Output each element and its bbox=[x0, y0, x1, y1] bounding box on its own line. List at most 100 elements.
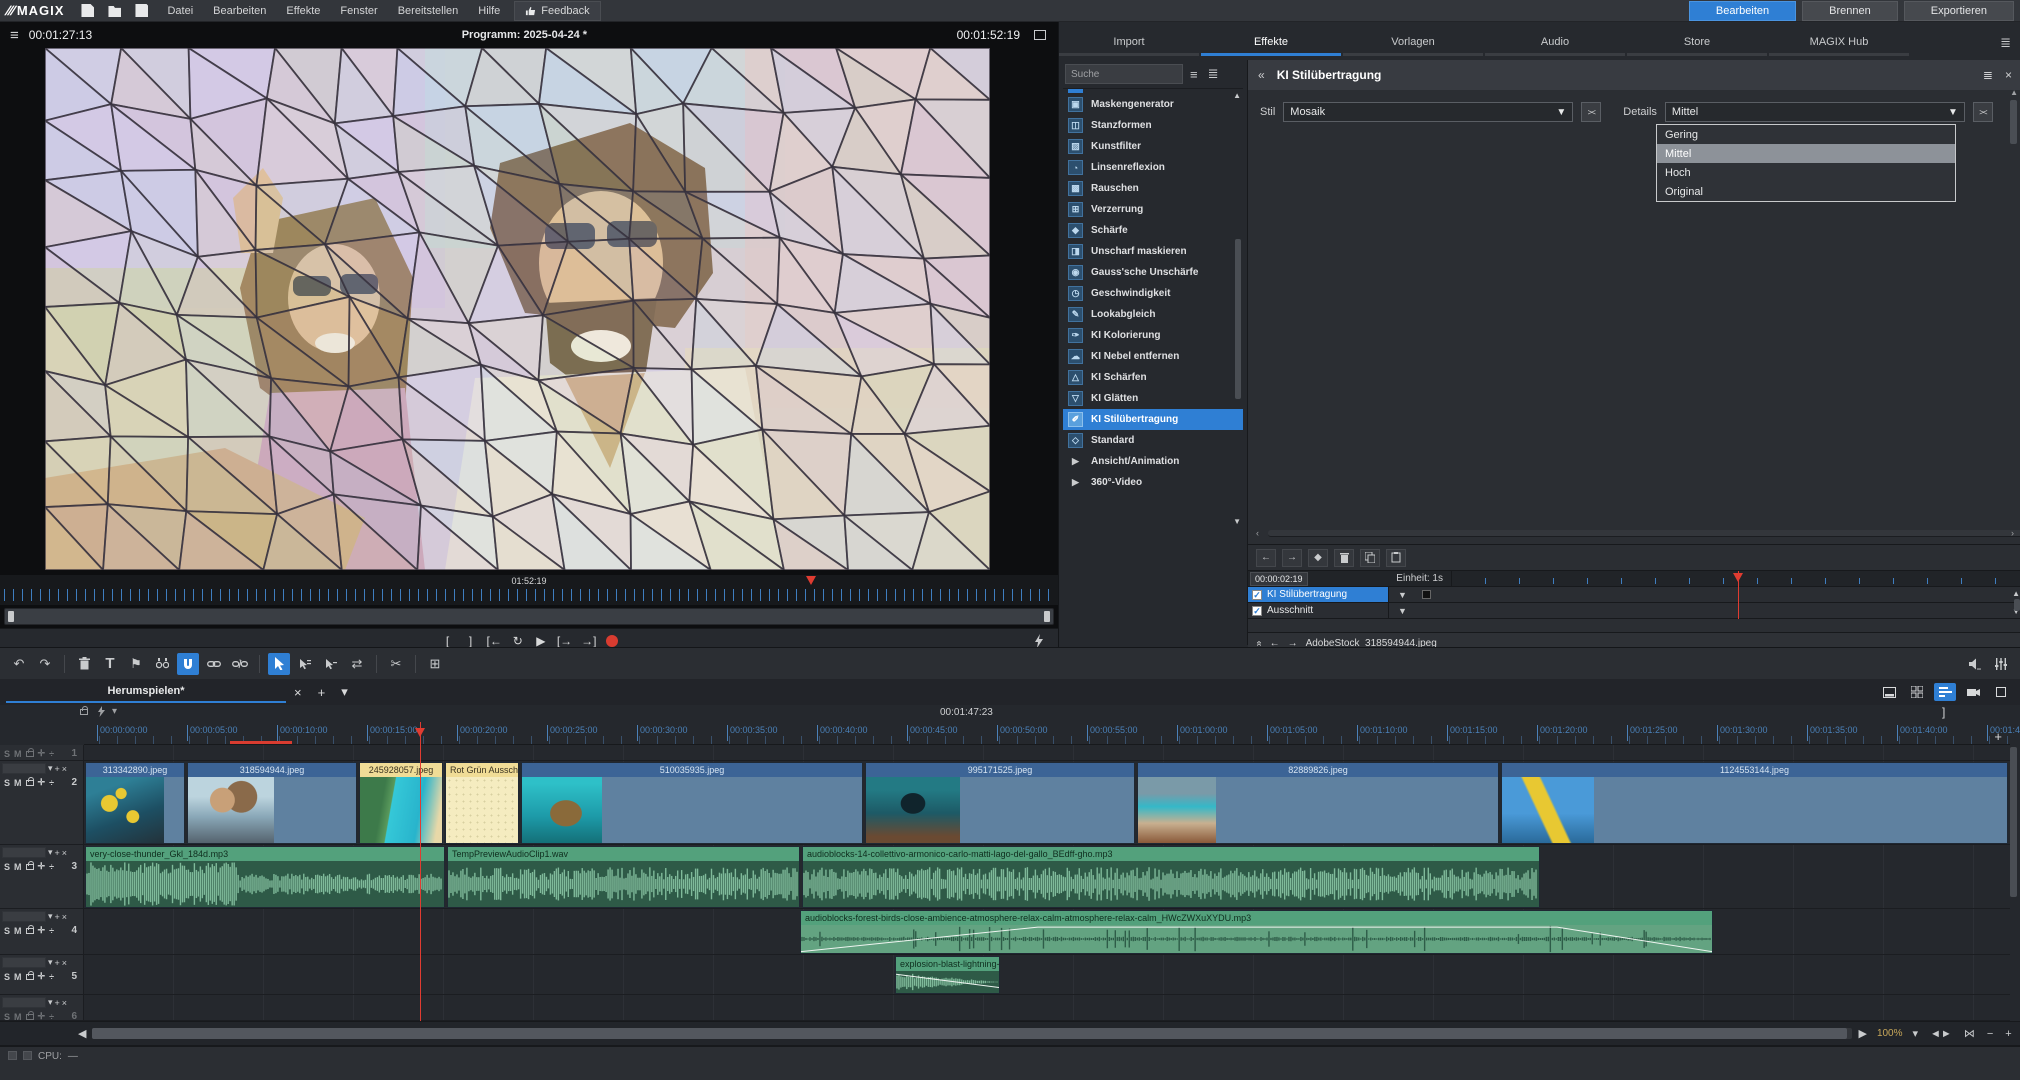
video-clip[interactable]: 1124553144.jpeg bbox=[1501, 762, 2008, 844]
next-keyframe-button[interactable]: → bbox=[1282, 549, 1302, 567]
stil-keyframe-button[interactable]: >< bbox=[1581, 102, 1601, 122]
delete-keyframe-button[interactable] bbox=[1334, 549, 1354, 567]
add-track-icon[interactable]: + bbox=[55, 998, 60, 1008]
menu-item[interactable]: Fenster bbox=[330, 2, 387, 20]
effect-list-item[interactable]: ◇ Standard bbox=[1063, 430, 1243, 451]
effect-list-item[interactable]: ◨ Unscharf maskieren bbox=[1063, 241, 1243, 262]
auto-preview-icon[interactable] bbox=[1034, 634, 1044, 648]
media-pool-tab[interactable]: Store bbox=[1627, 31, 1767, 56]
track-curves-icon[interactable]: ÷ bbox=[49, 1012, 54, 1022]
solo-button[interactable]: S bbox=[4, 972, 10, 982]
menu-item[interactable]: Hilfe bbox=[468, 2, 510, 20]
timeline-playhead-line[interactable] bbox=[420, 722, 421, 1021]
track-lock-icon[interactable] bbox=[26, 751, 34, 757]
close-project-icon[interactable]: × bbox=[286, 685, 310, 700]
track-size-icon[interactable]: ✛ bbox=[38, 861, 46, 872]
panel-menu-icon[interactable]: ≣ bbox=[2000, 35, 2011, 51]
details-select[interactable]: Mittel ▼ bbox=[1665, 102, 1965, 122]
jump-start-button[interactable]: [← bbox=[486, 634, 501, 648]
timeline-scrollbar-horizontal[interactable] bbox=[92, 1028, 1852, 1039]
project-tab[interactable]: Herumspielen* bbox=[6, 681, 286, 703]
menu-item[interactable]: Bereitstellen bbox=[388, 2, 469, 20]
dropdown-option[interactable]: Gering bbox=[1657, 125, 1955, 144]
zoom-level-value[interactable]: 100% bbox=[1873, 1028, 1907, 1039]
audio-clip[interactable]: TempPreviewAudioClip1.wav bbox=[447, 846, 800, 908]
keyframe-indicator[interactable] bbox=[1422, 590, 1431, 599]
track-size-icon[interactable]: ✛ bbox=[38, 748, 46, 759]
video-clip[interactable]: 245928057.jpeg bbox=[359, 762, 443, 844]
add-track-button[interactable]: + bbox=[1994, 729, 2002, 744]
expand-parameter-icon[interactable]: ▼ bbox=[1388, 603, 1416, 618]
video-clip[interactable]: 995171525.jpeg bbox=[865, 762, 1135, 844]
audio-preview-button[interactable] bbox=[151, 653, 173, 675]
mouse-mode-all-tracks-button[interactable] bbox=[294, 653, 316, 675]
solo-button[interactable]: S bbox=[4, 778, 10, 788]
media-pool-tab[interactable]: Vorlagen bbox=[1343, 31, 1483, 56]
title-editor-button[interactable]: T bbox=[99, 653, 121, 675]
project-list-dropdown-icon[interactable]: ▾ bbox=[333, 684, 356, 700]
copy-keyframe-button[interactable] bbox=[1360, 549, 1380, 567]
delete-track-icon[interactable]: × bbox=[62, 998, 67, 1008]
audio-clip[interactable]: explosion-blast-lightning-bolt... bbox=[895, 956, 1000, 994]
new-project-icon[interactable] bbox=[81, 4, 94, 17]
expand-parameter-icon[interactable]: ▼ bbox=[1388, 587, 1416, 602]
mouse-mode-stretch-button[interactable]: ⇄ bbox=[346, 653, 368, 675]
track-curves-icon[interactable]: ÷ bbox=[49, 926, 54, 936]
snap-magnet-button[interactable] bbox=[177, 653, 199, 675]
search-input[interactable]: Suche bbox=[1065, 64, 1183, 84]
track-lock-icon[interactable] bbox=[26, 1014, 34, 1020]
effect-list-item[interactable]: ▨ Kunstfilter bbox=[1063, 136, 1243, 157]
audio-clip[interactable]: audioblocks-14-collettivo-armonico-carlo… bbox=[802, 846, 1540, 908]
track-lock-icon[interactable] bbox=[26, 864, 34, 870]
track-size-icon[interactable]: ✛ bbox=[38, 777, 46, 788]
zoom-in-button[interactable]: + bbox=[1999, 1028, 2017, 1040]
track-lock-icon[interactable] bbox=[26, 928, 34, 934]
media-pool-tab[interactable]: Import bbox=[1059, 31, 1199, 56]
track-curves-icon[interactable]: ÷ bbox=[49, 778, 54, 788]
feedback-button[interactable]: Feedback bbox=[514, 1, 600, 21]
delete-object-button[interactable] bbox=[73, 653, 95, 675]
effect-list-item[interactable]: ◫ Stanzformen bbox=[1063, 115, 1243, 136]
delete-track-icon[interactable]: × bbox=[62, 958, 67, 968]
range-start-button[interactable]: [ bbox=[440, 634, 454, 648]
effect-list-item[interactable]: △ KI Schärfen bbox=[1063, 367, 1243, 388]
media-pool-tab[interactable]: Effekte bbox=[1201, 31, 1341, 56]
solo-button[interactable]: S bbox=[4, 926, 10, 936]
preview-menu-icon[interactable]: ≡ bbox=[0, 27, 29, 44]
editor-menu-icon[interactable]: ≣ bbox=[1983, 68, 1993, 82]
undo-button[interactable]: ↶ bbox=[8, 653, 30, 675]
video-clip[interactable]: 82889826.jpeg bbox=[1137, 762, 1499, 844]
open-project-icon[interactable] bbox=[108, 4, 121, 17]
video-clip[interactable]: 510035935.jpeg bbox=[521, 762, 863, 844]
media-pool-tab[interactable]: MAGIX Hub bbox=[1769, 31, 1909, 56]
scroll-right-icon[interactable]: › bbox=[2011, 528, 2014, 538]
view-mode-timeline-icon[interactable] bbox=[1934, 683, 1956, 701]
preview-ruler[interactable]: 01:52:19 bbox=[0, 575, 1058, 605]
marker-button[interactable]: ⚑ bbox=[125, 653, 147, 675]
parameter-checkbox[interactable]: ✓ bbox=[1252, 606, 1262, 616]
track-name-field[interactable] bbox=[2, 997, 46, 1008]
view-mode-storyboard-icon[interactable] bbox=[1906, 683, 1928, 701]
keyframe-scrollbar[interactable] bbox=[2014, 599, 2020, 611]
menu-item[interactable]: Bearbeiten bbox=[203, 2, 276, 20]
track-curves-icon[interactable]: ÷ bbox=[49, 862, 54, 872]
video-clip[interactable]: Rot Grün Ausschnitt We... bbox=[445, 762, 519, 844]
mouse-mode-one-track-button[interactable] bbox=[320, 653, 342, 675]
track-name-field[interactable] bbox=[2, 763, 46, 774]
audio-clip[interactable]: very-close-thunder_Gkl_184d.mp3 bbox=[85, 846, 445, 908]
track-size-icon[interactable]: ✛ bbox=[38, 971, 46, 982]
track-name-field[interactable] bbox=[2, 847, 46, 858]
track-name-field[interactable] bbox=[2, 911, 46, 922]
delete-track-icon[interactable]: × bbox=[62, 912, 67, 922]
track-dropdown-icon[interactable]: ▾ bbox=[48, 911, 53, 922]
effect-list-item[interactable]: ▩ Rauschen bbox=[1063, 178, 1243, 199]
track-dropdown-icon[interactable]: ▾ bbox=[48, 997, 53, 1008]
range-end-bracket[interactable]: ] bbox=[1942, 705, 1945, 719]
scroll-left-icon[interactable]: ◀ bbox=[72, 1027, 92, 1040]
previous-keyframe-button[interactable]: ← bbox=[1256, 549, 1276, 567]
mode-button[interactable]: Exportieren bbox=[1904, 1, 2014, 21]
collapse-up-icon[interactable]: « bbox=[1253, 641, 1264, 647]
preview-scrollbar[interactable] bbox=[4, 608, 1054, 625]
zoom-fit-range-icon[interactable]: ⋈ bbox=[1958, 1027, 1981, 1040]
track-lock-icon[interactable] bbox=[26, 780, 34, 786]
